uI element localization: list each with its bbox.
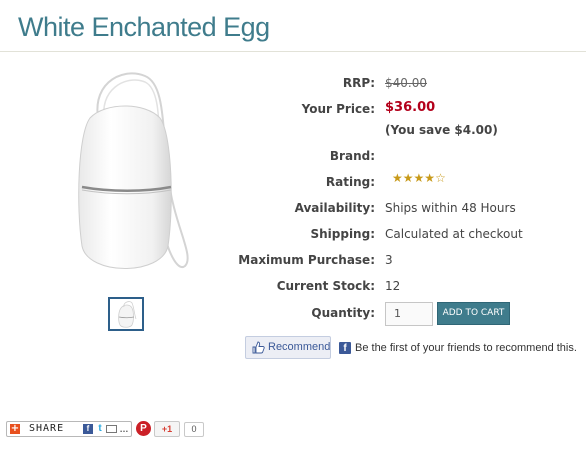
star-icon: ★ bbox=[424, 171, 436, 185]
rating-label: Rating: bbox=[325, 175, 375, 189]
facebook-recommend-button[interactable]: Recommend bbox=[245, 336, 331, 359]
star-icon: ★ bbox=[402, 171, 414, 185]
google-plus-count: 0 bbox=[184, 422, 204, 437]
facebook-icon: f bbox=[339, 342, 351, 354]
google-plus-label: +1 bbox=[161, 424, 173, 434]
star-icon: ★ bbox=[413, 171, 425, 185]
rating-stars: ★ ★ ★ ★ ☆ bbox=[392, 172, 446, 184]
recommend-label: Recommend bbox=[268, 341, 331, 353]
twitter-share-icon: t bbox=[95, 424, 105, 434]
pinterest-icon[interactable]: P bbox=[136, 421, 151, 436]
star-icon: ★ bbox=[392, 171, 403, 185]
more-share-icon: … bbox=[119, 424, 129, 434]
availability-label: Availability: bbox=[294, 201, 375, 215]
share-plus-icon: + bbox=[10, 423, 20, 434]
title-divider bbox=[0, 51, 586, 52]
rrp-value: $40.00 bbox=[385, 76, 427, 90]
facebook-social-text: Be the first of your friends to recommen… bbox=[355, 342, 577, 354]
price-label: Your Price: bbox=[301, 102, 375, 116]
rrp-label: RRP: bbox=[342, 76, 375, 90]
quantity-input[interactable]: 1 bbox=[385, 302, 433, 326]
add-to-cart-button[interactable]: ADD TO CART bbox=[437, 302, 510, 325]
thumbnail-image bbox=[118, 301, 137, 328]
product-image[interactable] bbox=[50, 66, 200, 286]
product-title: White Enchanted Egg bbox=[18, 12, 270, 42]
stock-value: 12 bbox=[385, 279, 401, 293]
max-purchase-label: Maximum Purchase: bbox=[238, 253, 375, 267]
price-value: $36.00 bbox=[385, 100, 436, 115]
max-purchase-value: 3 bbox=[385, 253, 393, 267]
quantity-label: Quantity: bbox=[311, 306, 375, 320]
google-plus-button[interactable]: +1 bbox=[154, 421, 180, 437]
share-label: SHARE bbox=[29, 423, 65, 434]
savings-text: (You save $4.00) bbox=[385, 123, 498, 137]
brand-label: Brand: bbox=[329, 149, 375, 163]
availability-value: Ships within 48 Hours bbox=[385, 201, 516, 215]
product-thumbnail[interactable] bbox=[108, 297, 144, 331]
thumbs-up-icon bbox=[252, 341, 265, 354]
star-empty-icon: ☆ bbox=[435, 171, 446, 185]
shipping-value: Calculated at checkout bbox=[385, 227, 523, 241]
stock-label: Current Stock: bbox=[276, 279, 375, 293]
facebook-share-icon: f bbox=[83, 424, 93, 434]
share-button[interactable]: + SHARE f t … bbox=[6, 421, 132, 437]
shipping-label: Shipping: bbox=[310, 227, 375, 241]
email-share-icon bbox=[106, 425, 117, 433]
